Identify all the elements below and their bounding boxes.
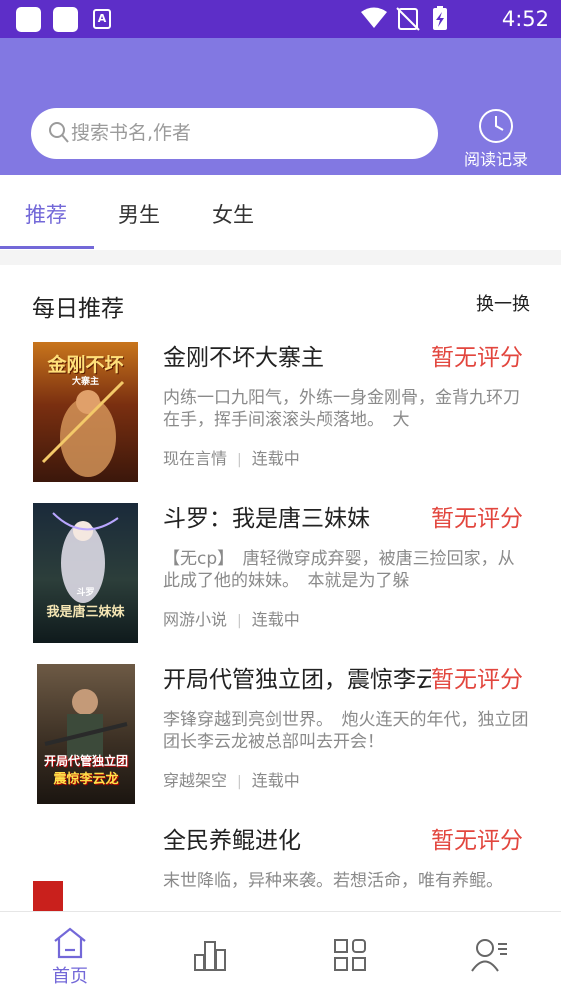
status-icons [359, 6, 469, 32]
book-category: 现在言情 [163, 449, 228, 468]
tab-male[interactable]: 男生 [118, 201, 160, 229]
book-description: 【无cp】 唐轻微穿成弃婴，被唐三捡回家，从此成了他的妹妹。 本就是为了躲 [163, 549, 515, 591]
book-status: 连载中 [251, 610, 300, 629]
book-status: 连载中 [251, 771, 300, 790]
book-meta: 穿越架空 | 连载中 [163, 770, 300, 793]
no-signal-icon [396, 7, 420, 31]
category-tabs: 推荐 男生 女生 [0, 175, 561, 250]
book-cover: 我是唐三妹妹 斗罗 [33, 503, 138, 643]
nav-home[interactable]: 首页 [0, 912, 140, 999]
wifi-icon [361, 7, 387, 28]
meta-separator: | [237, 613, 242, 629]
book-cover [33, 825, 138, 911]
book-description: 内练一口九阳气，外练一身金刚骨，金背九环刀在手，挥手间滚滚头颅落地。 大 [163, 388, 520, 430]
book-item[interactable]: 金刚不坏 大寨主 金刚不坏大寨主 暂无评分 内练一口九阳气，外练一身金刚骨，金背… [0, 342, 561, 492]
section-divider [0, 250, 561, 265]
book-item[interactable]: 开局代管独立团 震惊李云龙 开局代管独立团，震惊李云龙 暂无评分 李锋穿越到亮剑… [0, 664, 561, 814]
meta-separator: | [237, 774, 242, 790]
book-meta: 现在言情 | 连载中 [163, 448, 300, 471]
reading-history-button[interactable]: 阅读记录 [456, 108, 536, 169]
category-grid-icon [334, 939, 366, 971]
section-title: 每日推荐 [32, 296, 124, 322]
notification-square-icon [53, 7, 78, 32]
book-description: 李锋穿越到亮剑世界。 炮火连天的年代，独立团团长李云龙被总部叫去开会！ [163, 710, 529, 752]
cover-title: 我是唐三妹妹 [46, 605, 125, 620]
search-input[interactable]: 搜索书名,作者 [31, 108, 438, 159]
battery-charging-icon [433, 6, 447, 30]
search-placeholder: 搜索书名,作者 [71, 122, 192, 144]
book-meta: 网游小说 | 连载中 [163, 609, 300, 632]
cover-subtitle: 大寨主 [71, 377, 99, 387]
book-score: 暂无评分 [431, 342, 529, 374]
book-cover: 开局代管独立团 震惊李云龙 [37, 664, 135, 804]
book-score: 暂无评分 [431, 664, 529, 696]
book-category: 网游小说 [163, 610, 228, 629]
notification-square-icon [16, 7, 41, 32]
book-title: 开局代管独立团，震惊李云龙 [163, 667, 462, 693]
ranking-icon [194, 941, 226, 971]
tab-female[interactable]: 女生 [212, 201, 254, 229]
refresh-button[interactable]: 换一换 [476, 292, 530, 318]
cover-subtitle: 震惊李云龙 [53, 772, 119, 787]
book-title: 斗罗：我是唐三妹妹 [163, 506, 370, 532]
meta-separator: | [237, 452, 242, 468]
nav-ranking[interactable] [140, 912, 280, 999]
book-title: 全民养鲲进化 [163, 828, 301, 854]
book-score: 暂无评分 [431, 503, 529, 535]
tab-indicator [0, 246, 94, 249]
reading-history-label: 阅读记录 [463, 150, 528, 169]
cover-title: 开局代管独立团 [43, 754, 128, 768]
user-profile-icon [471, 939, 507, 972]
book-description: 末世降临，异种来袭。若想活命，唯有养鲲。 [163, 871, 503, 891]
bottom-navigation: 首页 [0, 911, 561, 999]
search-icon [49, 122, 69, 143]
book-item[interactable]: 我是唐三妹妹 斗罗 斗罗：我是唐三妹妹 暂无评分 【无cp】 唐轻微穿成弃婴，被… [0, 503, 561, 653]
tab-recommend[interactable]: 推荐 [25, 201, 67, 229]
book-score: 暂无评分 [431, 825, 529, 857]
cover-thumbnail [33, 881, 63, 911]
book-cover: 金刚不坏 大寨主 [33, 342, 138, 482]
book-item[interactable]: 全民养鲲进化 暂无评分 末世降临，异种来袭。若想活命，唯有养鲲。 [0, 825, 561, 911]
status-time: 4:52 [501, 7, 549, 31]
book-status: 连载中 [251, 449, 300, 468]
clock-icon [479, 109, 513, 143]
a-icon: A [93, 9, 111, 29]
app-screen: A 4:52 搜索书名,作者 阅读记录 推荐 男生 女生 每日推荐 换一换 金刚… [0, 0, 561, 999]
nav-category[interactable] [280, 912, 420, 999]
nav-profile[interactable] [420, 912, 560, 999]
book-title: 金刚不坏大寨主 [163, 345, 324, 371]
book-category: 穿越架空 [163, 771, 228, 790]
cover-subtitle: 斗罗 [76, 588, 95, 598]
status-bar: A 4:52 [0, 0, 561, 38]
header: 搜索书名,作者 阅读记录 [0, 38, 561, 175]
cover-title: 金刚不坏 [47, 354, 124, 376]
home-icon [54, 927, 86, 959]
nav-home-label: 首页 [52, 966, 88, 987]
